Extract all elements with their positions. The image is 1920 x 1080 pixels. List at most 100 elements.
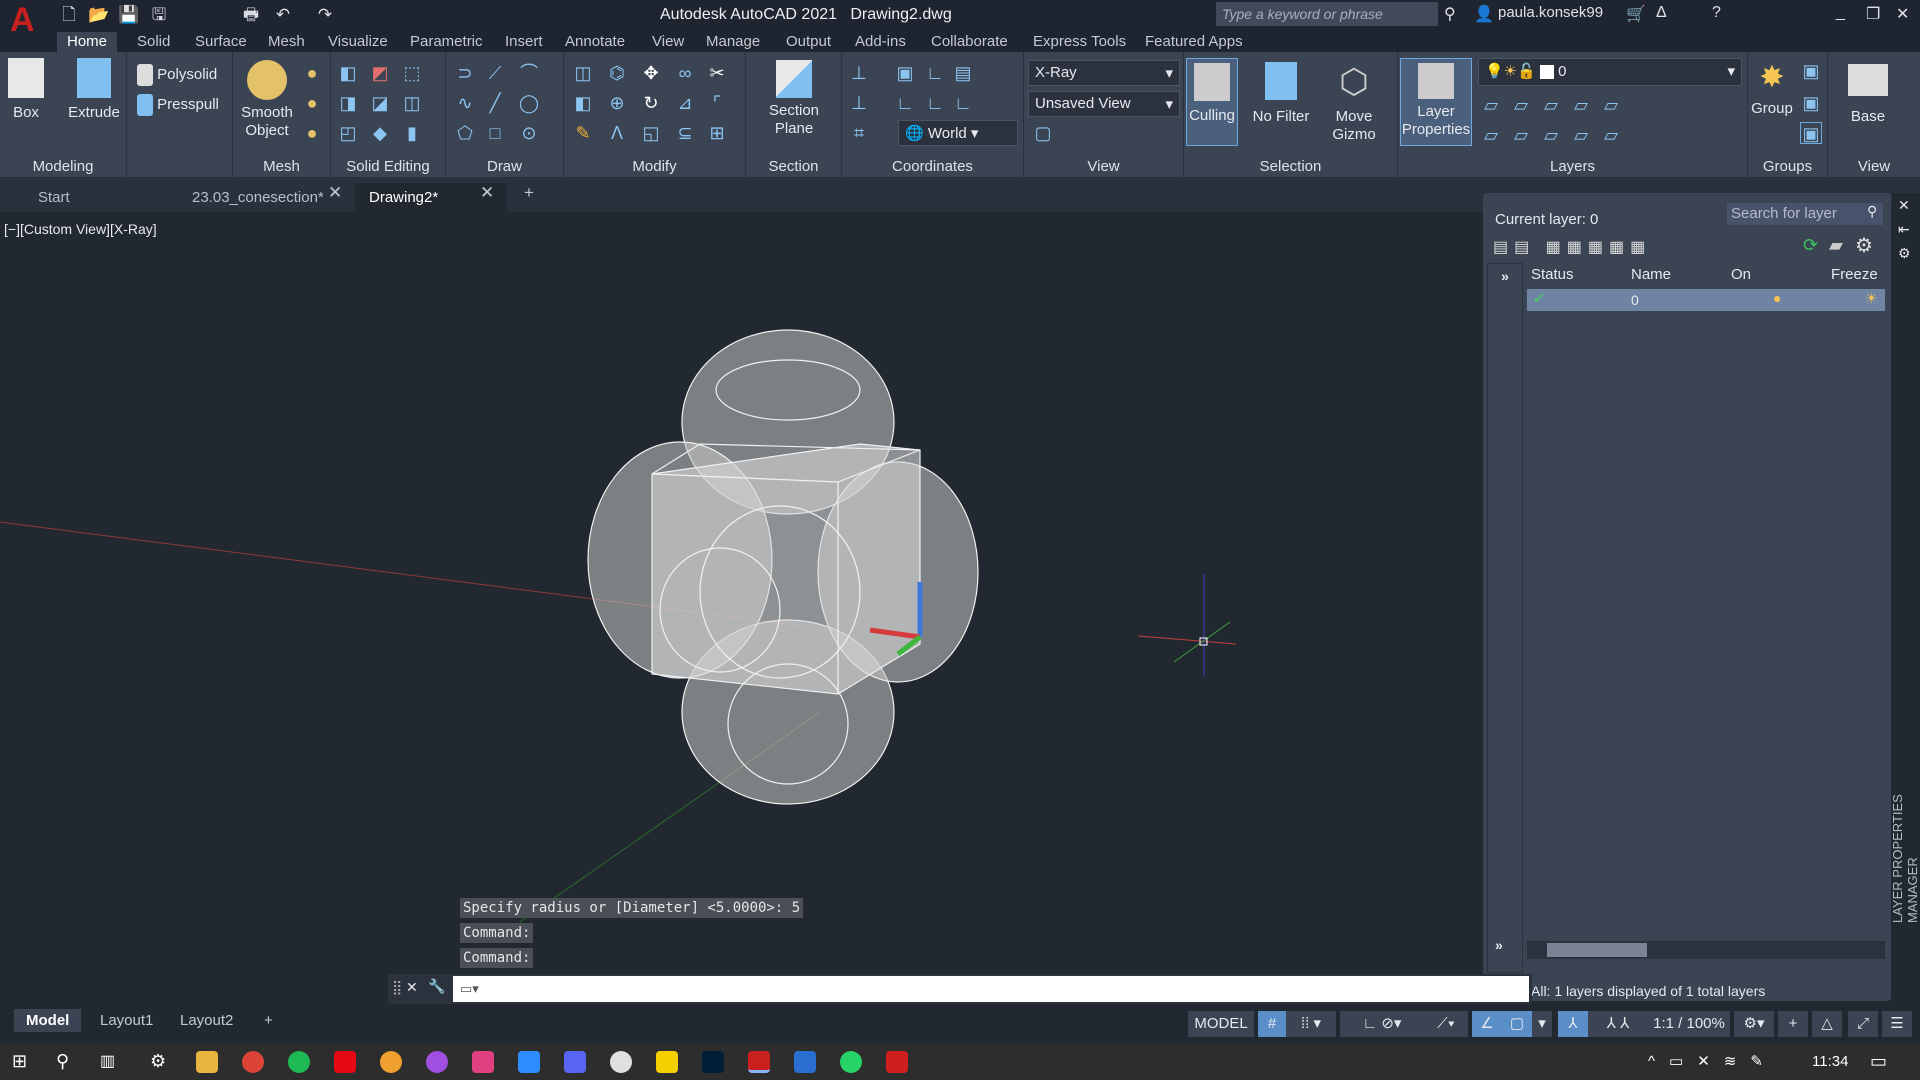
section-plane-button[interactable]: Section Plane — [752, 60, 836, 138]
tab-annotate[interactable]: Annotate — [555, 32, 635, 54]
array-icon[interactable]: ∞ — [674, 62, 696, 84]
dropdown-icon[interactable]: ▾ — [1532, 1011, 1552, 1037]
culling-button[interactable]: Culling — [1186, 58, 1238, 146]
panel-label[interactable]: Layers — [1398, 158, 1747, 175]
filter-tree-pane[interactable]: » — [1487, 263, 1523, 973]
workspace-gear-icon[interactable]: ⚙▾ — [1734, 1011, 1774, 1037]
plot-icon[interactable]: 🖶 — [240, 4, 262, 26]
union-icon[interactable]: ◧ — [337, 62, 359, 84]
slack-icon[interactable] — [610, 1051, 632, 1073]
ucs-view-icon[interactable]: ▤ — [952, 62, 974, 84]
expand-icon[interactable]: » — [1488, 264, 1522, 284]
panel-label[interactable]: View — [1828, 158, 1920, 175]
annotation-scale[interactable]: 1:1 / 100% — [1648, 1011, 1730, 1037]
arc-icon[interactable]: ⌒ — [518, 62, 540, 84]
autodesk-a360-icon[interactable]: Δ — [1656, 4, 1667, 22]
command-input[interactable] — [453, 976, 1529, 1002]
ucs-icon-properties[interactable]: ⌗ — [848, 122, 870, 144]
tab-home[interactable]: Home — [57, 32, 118, 54]
no-filter-button[interactable]: No Filter — [1246, 62, 1316, 126]
help-search-input[interactable]: Type a keyword or phrase — [1216, 2, 1438, 26]
customize-wrench-icon[interactable]: 🔧 — [428, 978, 445, 995]
file-tab-start[interactable]: Start — [24, 183, 176, 212]
layer-settings-icon[interactable]: ▰ — [1829, 235, 1843, 256]
layer-lock-icon[interactable]: ▱ — [1570, 94, 1592, 116]
tab-manage[interactable]: Manage — [696, 32, 770, 54]
3d-mirror-icon[interactable]: ◧ — [572, 92, 594, 114]
selection-cycling-icon[interactable]: ▢ — [1502, 1011, 1532, 1037]
task-view-icon[interactable]: ▥ — [100, 1051, 122, 1073]
tab-express-tools[interactable]: Express Tools — [1023, 32, 1136, 54]
drawing-viewport[interactable] — [0, 212, 1480, 1002]
ortho-polar-icon[interactable]: ∟ ⊘▾ — [1340, 1011, 1424, 1037]
open-icon[interactable]: 📂 — [88, 4, 110, 26]
ellipse-icon[interactable]: ⊙ — [518, 122, 540, 144]
tab-solid[interactable]: Solid — [127, 32, 180, 54]
stretch-icon[interactable]: ⊿ — [674, 92, 696, 114]
fillet-icon[interactable]: ⌜ — [706, 92, 728, 114]
miro-icon[interactable] — [656, 1051, 678, 1073]
helix-icon[interactable]: ⟋ — [484, 62, 506, 84]
cart-icon[interactable]: 🛒 — [1626, 4, 1646, 24]
named-view-dropdown[interactable]: Unsaved View ▾ — [1028, 91, 1180, 117]
tab-insert[interactable]: Insert — [495, 32, 553, 54]
mesh-crease-icon[interactable]: ● — [301, 122, 323, 144]
fillet-edge-icon[interactable]: ◆ — [369, 122, 391, 144]
column-name[interactable]: Name — [1631, 266, 1671, 283]
tab-view[interactable]: View — [642, 32, 694, 54]
tab-featured-apps[interactable]: Featured Apps — [1135, 32, 1253, 54]
base-view-button[interactable]: Base — [1838, 64, 1898, 126]
layer-change-icon[interactable]: ▱ — [1510, 124, 1532, 146]
layer-properties-button[interactable]: Layer Properties — [1400, 58, 1472, 146]
ucs-dropdown[interactable]: 🌐 World ▾ — [898, 120, 1018, 146]
acrobat-icon[interactable] — [886, 1051, 908, 1073]
annotation-scale-icons[interactable]: ⅄ ⅄ — [1588, 1011, 1648, 1037]
offset-icon[interactable]: ⊆ — [674, 122, 696, 144]
fullscreen-icon[interactable]: ⤢ — [1848, 1011, 1878, 1037]
separate-icon[interactable]: ▮ — [401, 122, 423, 144]
tab-mesh[interactable]: Mesh — [258, 32, 315, 54]
auto-hide-icon[interactable]: ⇤ — [1898, 221, 1910, 238]
horizontal-scrollbar[interactable] — [1527, 941, 1885, 959]
scale-icon[interactable]: ◱ — [640, 122, 662, 144]
properties-icon[interactable]: ⚙ — [1898, 245, 1911, 262]
system-tray-icons[interactable]: ^▭✕≋✎ — [1648, 1052, 1777, 1070]
add-layout-icon[interactable]: + — [252, 1009, 285, 1032]
search-icon[interactable]: ⚲ — [1444, 4, 1456, 24]
refresh-icon[interactable]: ⟳ — [1803, 235, 1818, 256]
photoshop-icon[interactable] — [702, 1051, 724, 1073]
polygon-icon[interactable]: ⬠ — [454, 122, 476, 144]
units-icon[interactable]: △ — [1812, 1011, 1842, 1037]
app-icon[interactable] — [426, 1051, 448, 1073]
layer-freeze-icon[interactable]: ▱ — [1540, 94, 1562, 116]
tab-layout1[interactable]: Layout1 — [88, 1009, 165, 1032]
polysolid-button[interactable]: Polysolid — [137, 64, 233, 86]
panel-label[interactable]: Modeling — [0, 158, 126, 175]
layer-on-all-icon[interactable]: ▱ — [1480, 124, 1502, 146]
zoom-icon[interactable] — [518, 1051, 540, 1073]
extract-edges-icon[interactable]: ⬚ — [401, 62, 423, 84]
help-icon[interactable]: ? — [1712, 4, 1721, 22]
slice-icon[interactable]: ◰ — [337, 122, 359, 144]
close-tab-icon[interactable]: ✕ — [480, 183, 494, 203]
presspull-button[interactable]: Presspull — [137, 94, 233, 116]
netflix-icon[interactable] — [334, 1051, 356, 1073]
windows-start-icon[interactable]: ⊞ — [12, 1051, 34, 1073]
table-row[interactable]: ✔ 0 ● ☀ — [1527, 289, 1885, 311]
lightbulb-icon[interactable]: ● — [1773, 290, 1781, 306]
close-icon[interactable]: ✕ — [1896, 4, 1909, 24]
layer-delete-icon[interactable]: ▱ — [1600, 124, 1622, 146]
trim-icon[interactable]: ✂ — [706, 62, 728, 84]
column-freeze[interactable]: Freeze — [1831, 266, 1878, 283]
group-button[interactable]: ✸ Group — [1750, 56, 1794, 118]
ucs-x-icon[interactable]: ∟ — [924, 92, 946, 114]
tab-visualize[interactable]: Visualize — [318, 32, 398, 54]
new-icon[interactable]: 🗋 — [58, 4, 80, 26]
move-icon[interactable]: ✥ — [640, 62, 662, 84]
tab-parametric[interactable]: Parametric — [400, 32, 493, 54]
extrude-button[interactable]: Extrude — [64, 58, 124, 122]
notifications-icon[interactable]: ▭ — [1870, 1051, 1887, 1072]
3d-scale-icon[interactable]: Ʌ — [606, 122, 628, 144]
mesh-refine-icon[interactable]: ● — [301, 62, 323, 84]
3d-align-icon[interactable]: ⌬ — [606, 62, 628, 84]
